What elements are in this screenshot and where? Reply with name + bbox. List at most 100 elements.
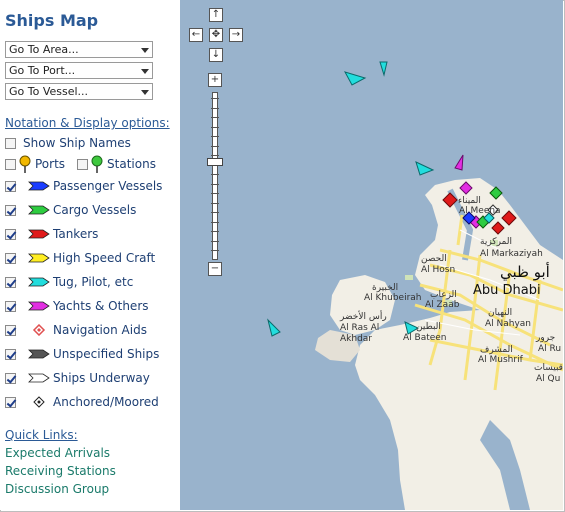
ships-underway-label: Ships Underway <box>53 371 150 385</box>
tankers-label: Tankers <box>53 227 99 241</box>
tankers-checkbox[interactable] <box>5 228 16 240</box>
map-label-al-mushrif: Al Mushrif <box>478 355 523 365</box>
go-to-area-select[interactable]: Go To Area... <box>5 41 153 58</box>
go-to-port-select[interactable]: Go To Port... <box>5 62 153 79</box>
ports-label: Ports <box>35 157 66 171</box>
vessel-option-passenger-vessels[interactable]: Passenger Vessels <box>5 177 162 195</box>
receiving-stations-link[interactable]: Receiving Stations <box>5 464 116 478</box>
map-label-al-hosn: Al Hosn <box>421 265 456 275</box>
chevron-down-icon <box>141 90 149 95</box>
map-label-al-nahyan: Al Nahyan <box>485 319 532 329</box>
map-label-qubaisat-ar: قبيسات <box>534 363 563 373</box>
zoom-in-button[interactable]: + <box>208 73 222 87</box>
zoom-slider-tick <box>211 202 219 204</box>
stations-checkbox[interactable] <box>77 158 89 170</box>
cargo-vessels-checkbox[interactable] <box>5 204 16 216</box>
vessel-option-cargo-vessels[interactable]: Cargo Vessels <box>5 201 136 219</box>
map-label-al-markaziyah: Al Markaziyah <box>480 249 543 259</box>
tanker-icon <box>28 229 50 239</box>
zoom-slider-tick <box>211 145 219 147</box>
map-label-al-nahyan-ar: النهيان <box>488 308 513 318</box>
ship-underway-icon <box>28 373 50 383</box>
zoom-slider-handle[interactable] <box>207 158 223 166</box>
anchored-moored-checkbox[interactable] <box>5 396 16 408</box>
vessel-option-unspecified-ships[interactable]: Unspecified Ships <box>5 345 159 363</box>
map-label-al-markaziya-ar: المركزية <box>480 237 512 247</box>
zoom-slider-tick <box>211 117 219 118</box>
vessel-option-ships-underway[interactable]: Ships Underway <box>5 369 150 387</box>
pan-up-button[interactable]: ↑ <box>209 8 223 22</box>
map-label-al-ras-al-akhdar: Al Ras Al Akhdar <box>340 323 380 344</box>
unspecified-ships-label: Unspecified Ships <box>53 347 160 361</box>
map-label-ras-al-akhdar-ar: رأس الأخضر <box>340 312 387 322</box>
quick-links-heading: Quick Links: <box>5 428 78 442</box>
navigation-aid-icon <box>32 324 46 336</box>
tug-pilot-etc-checkbox[interactable] <box>5 276 16 288</box>
map-label-al-mina-ar: الميناء <box>458 196 481 206</box>
high-speed-craft-label: High Speed Craft <box>53 251 156 265</box>
go-to-vessel-select[interactable]: Go To Vessel... <box>5 83 153 100</box>
ports-checkbox[interactable] <box>5 158 16 170</box>
unspecified-ship-icon <box>28 349 50 359</box>
notation-heading: Notation & Display options: <box>5 116 170 130</box>
zoom-slider-tick <box>211 193 219 194</box>
pan-left-button[interactable]: ← <box>189 28 203 42</box>
vessel-option-anchored-moored[interactable]: Anchored/Moored <box>5 393 159 411</box>
map-label-al-khubeirah-ar: الخبيرة <box>372 283 399 293</box>
map-label-al-qubaisat: Al Qu <box>536 374 561 384</box>
ships-map[interactable]: الميناء Al Meena المركزية Al Markaziyah … <box>180 0 563 510</box>
passenger-vessels-checkbox[interactable] <box>5 180 16 192</box>
sidebar: Ships Map Go To Area... Go To Port... Go… <box>0 0 180 510</box>
navigation-aids-checkbox[interactable] <box>5 324 16 336</box>
high-speed-craft-checkbox[interactable] <box>5 252 16 264</box>
map-label-al-mushrif-ar: المشرف <box>480 345 513 355</box>
expected-arrivals-link[interactable]: Expected Arrivals <box>5 446 110 460</box>
zoom-slider-tick <box>211 136 219 137</box>
anchored-icon <box>33 396 45 408</box>
vessel-option-navigation-aids[interactable]: Navigation Aids <box>5 321 147 339</box>
map-label-al-hosn-ar: الحصن <box>421 254 447 264</box>
station-pin-icon <box>91 155 103 173</box>
zoom-slider-tick <box>211 240 219 242</box>
vessel-option-tankers[interactable]: Tankers <box>5 225 98 243</box>
navigation-aids-label: Navigation Aids <box>53 323 147 337</box>
go-to-vessel-value: Go To Vessel... <box>9 85 89 98</box>
zoom-slider-tick <box>211 155 219 156</box>
vessel-option-high-speed-craft[interactable]: High Speed Craft <box>5 249 155 267</box>
map-label-al-khubeirah: Al Khubeirah <box>364 293 422 303</box>
yacht-icon <box>28 301 50 311</box>
zoom-slider-tick <box>211 174 219 175</box>
anchored-moored-label: Anchored/Moored <box>53 395 159 409</box>
pan-down-button[interactable]: ↓ <box>209 48 223 62</box>
map-label-al-zaab-ar: الزعاب <box>430 290 457 300</box>
zoom-slider-tick <box>211 126 219 128</box>
pan-right-button[interactable]: → <box>229 28 243 42</box>
vessel-option-tug-pilot-etc[interactable]: Tug, Pilot, etc <box>5 273 133 291</box>
ships-underway-checkbox[interactable] <box>5 372 16 384</box>
show-ship-names-checkbox[interactable] <box>5 137 16 149</box>
tug-pilot-icon <box>28 277 50 287</box>
vessel-option-yachts-others[interactable]: Yachts & Others <box>5 297 149 315</box>
map-label-al-zaab: Al Zaab <box>425 300 460 310</box>
show-ship-names-label: Show Ship Names <box>23 136 131 150</box>
map-label-al-meena: Al Meena <box>459 206 501 216</box>
zoom-slider-tick <box>211 221 219 223</box>
unspecified-ships-checkbox[interactable] <box>5 348 16 360</box>
stations-label: Stations <box>107 157 156 171</box>
page-title: Ships Map <box>5 11 99 30</box>
chevron-down-icon <box>141 48 149 53</box>
zoom-out-button[interactable]: − <box>208 262 222 276</box>
yachts-others-checkbox[interactable] <box>5 300 16 312</box>
cargo-vessel-icon <box>28 205 50 215</box>
passenger-vessel-icon <box>28 181 50 191</box>
map-label-ajrur-ar: جرور <box>536 333 556 343</box>
ports-stations-options: Ports Stations <box>5 155 156 173</box>
show-ship-names-option[interactable]: Show Ship Names <box>5 134 131 152</box>
zoom-slider-tick <box>211 98 219 99</box>
map-label-abu-dhabi: Abu Dhabi <box>473 283 541 298</box>
map-label-al-bateen-ar: البطين <box>416 322 441 332</box>
discussion-group-link[interactable]: Discussion Group <box>5 482 109 496</box>
pan-center-button[interactable]: ✥ <box>209 28 223 42</box>
chevron-down-icon <box>141 69 149 74</box>
yachts-others-label: Yachts & Others <box>53 299 149 313</box>
